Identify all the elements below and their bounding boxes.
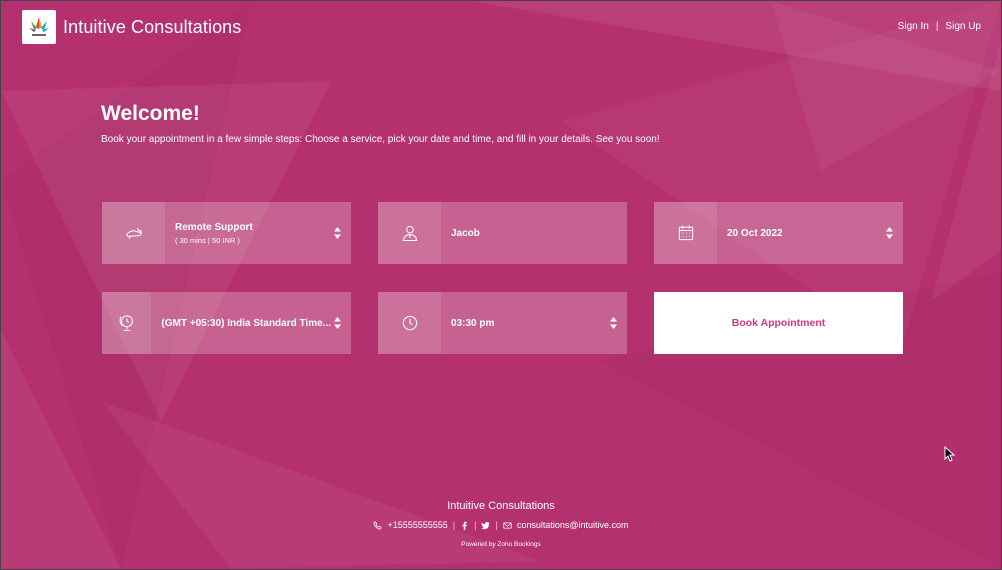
page-title: Welcome! [101,102,200,125]
date-select[interactable]: 20 Oct 2022 [654,202,903,264]
twitter-icon[interactable] [481,521,491,530]
clock-icon [402,315,417,331]
powered-by-text[interactable]: Powered by Zoho Bookings [1,541,1001,548]
footer-separator: | [452,520,456,530]
sort-arrows-icon [886,227,893,239]
calendar-icon [678,225,693,241]
sort-arrows-icon [334,227,341,239]
service-icon-cell [102,202,165,264]
footer-separator: | [474,520,477,530]
mail-icon [503,522,512,528]
auth-links: Sign In | Sign Up [898,21,981,32]
footer-phone[interactable]: +15555555555 [387,520,447,530]
book-appointment-button[interactable]: Book Appointment [654,292,903,354]
intro-text: Book your appointment in a few simple st… [101,134,660,145]
logo-icon [29,17,49,36]
company-logo[interactable] [22,10,56,44]
facebook-icon[interactable] [460,521,469,530]
mouse-cursor-icon [944,446,956,462]
service-select[interactable]: Remote Support ( 30 mins | 50 INR ) [102,202,351,264]
timezone-value: (GMT +05:30) India Standard Time... [161,317,331,329]
service-icon [125,227,142,240]
top-header: Intuitive Consultations Sign In | Sign U… [1,1,1001,55]
date-icon-cell [654,202,717,264]
timezone-select[interactable]: (GMT +05:30) India Standard Time... [102,292,351,354]
sign-up-link[interactable]: Sign Up [945,21,981,32]
timezone-icon-cell [102,292,152,354]
time-icon-cell [378,292,441,354]
sort-arrows-icon [334,317,341,329]
phone-icon [373,520,383,530]
footer-separator: | [495,520,498,530]
time-value: 03:30 pm [451,317,495,329]
staff-value: Jacob [451,227,480,239]
sign-in-link[interactable]: Sign In [898,21,929,32]
footer-contact: +15555555555 | | | consultations@intuiti… [1,520,1001,530]
person-icon [402,225,417,241]
globe-clock-icon [119,315,133,331]
sort-arrows-icon [610,317,617,329]
service-details: ( 30 mins | 50 INR ) [175,235,240,245]
staff-icon-cell [378,202,441,264]
auth-separator: | [935,21,939,32]
footer-email[interactable]: consultations@intuitive.com [517,520,629,530]
brand-name: Intuitive Consultations [63,17,242,37]
background-pattern [1,1,1001,569]
staff-select[interactable]: Jacob [378,202,627,264]
time-select[interactable]: 03:30 pm [378,292,627,354]
service-value: Remote Support [175,221,253,233]
footer-company-name: Intuitive Consultations [447,500,555,512]
date-value: 20 Oct 2022 [727,227,783,239]
